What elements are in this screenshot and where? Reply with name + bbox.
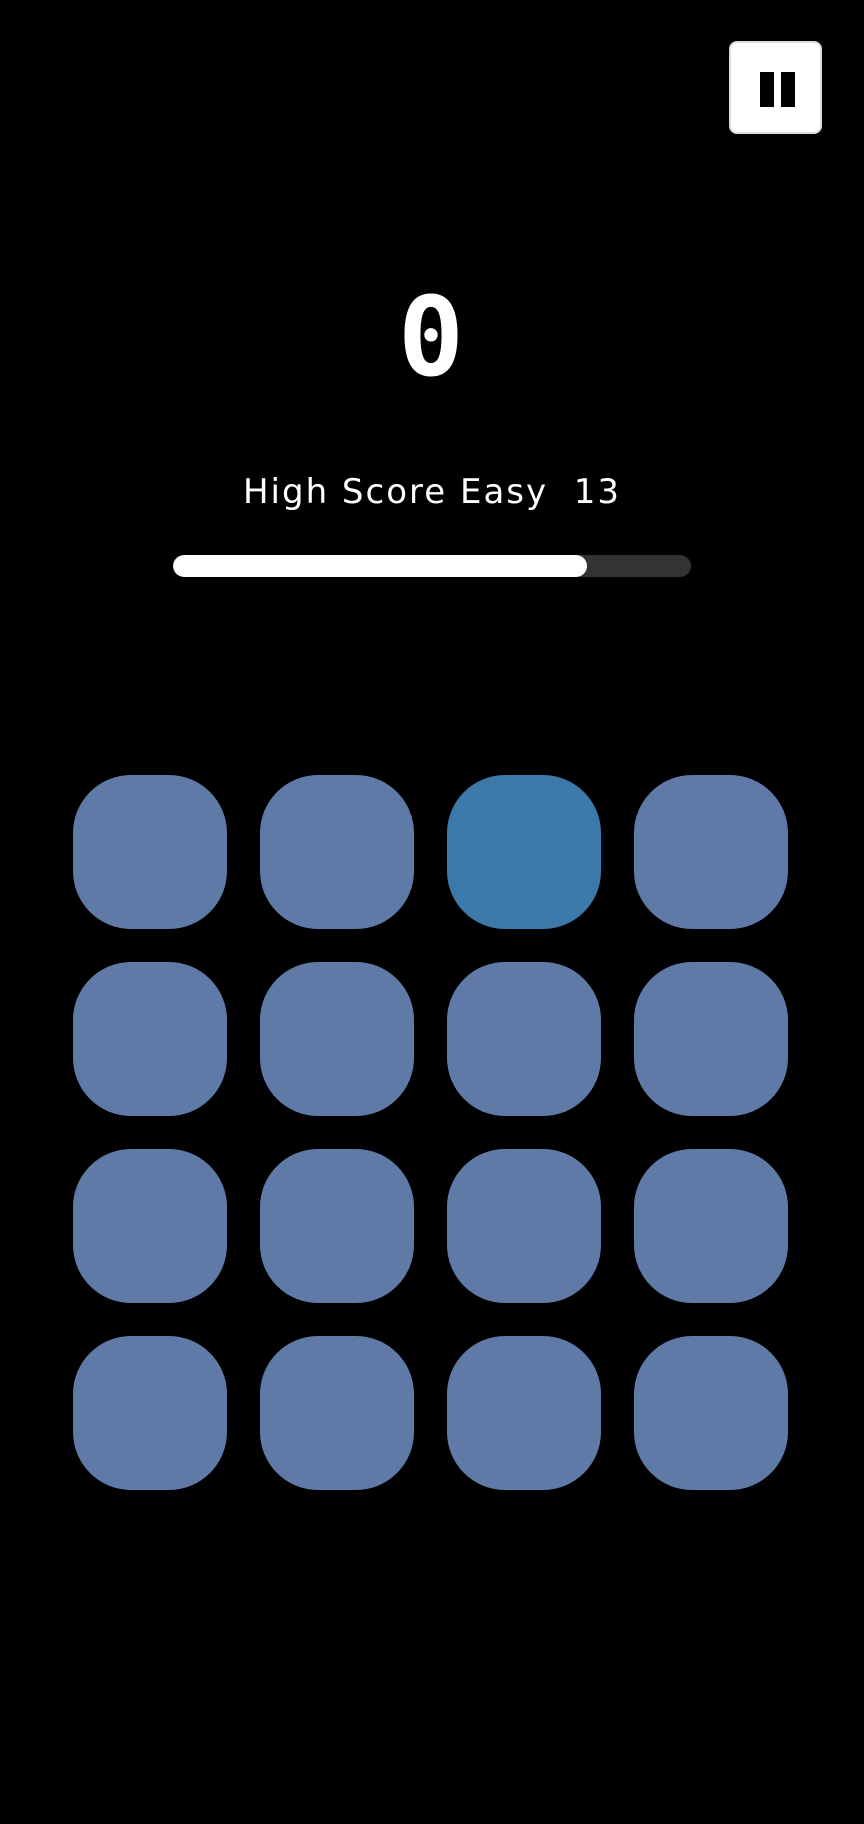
grid-tile[interactable] [260, 775, 414, 929]
grid-tile[interactable] [260, 1149, 414, 1303]
pause-icon-right-bar [781, 72, 795, 107]
grid-tile[interactable] [260, 1336, 414, 1490]
current-score: 0 [397, 273, 467, 401]
high-score: High Score Easy 13 [0, 470, 864, 514]
tile-grid [73, 775, 791, 1490]
high-score-label: High Score Easy [242, 472, 549, 512]
grid-tile[interactable] [634, 1336, 788, 1490]
pause-button[interactable] [729, 41, 822, 134]
game-screen: 0 High Score Easy 13 [0, 0, 864, 1824]
grid-tile[interactable] [634, 962, 788, 1116]
grid-tile[interactable] [447, 1149, 601, 1303]
grid-tile[interactable] [447, 775, 601, 929]
timer-progress-bar [173, 555, 691, 577]
grid-tile[interactable] [634, 775, 788, 929]
grid-tile[interactable] [73, 775, 227, 929]
grid-tile[interactable] [447, 962, 601, 1116]
grid-tile[interactable] [634, 1149, 788, 1303]
grid-tile[interactable] [73, 1336, 227, 1490]
grid-tile[interactable] [260, 962, 414, 1116]
high-score-value: 13 [573, 472, 622, 512]
timer-progress-fill [173, 555, 588, 577]
pause-icon-left-bar [760, 72, 774, 107]
grid-tile[interactable] [73, 962, 227, 1116]
grid-tile[interactable] [447, 1336, 601, 1490]
grid-tile[interactable] [73, 1149, 227, 1303]
